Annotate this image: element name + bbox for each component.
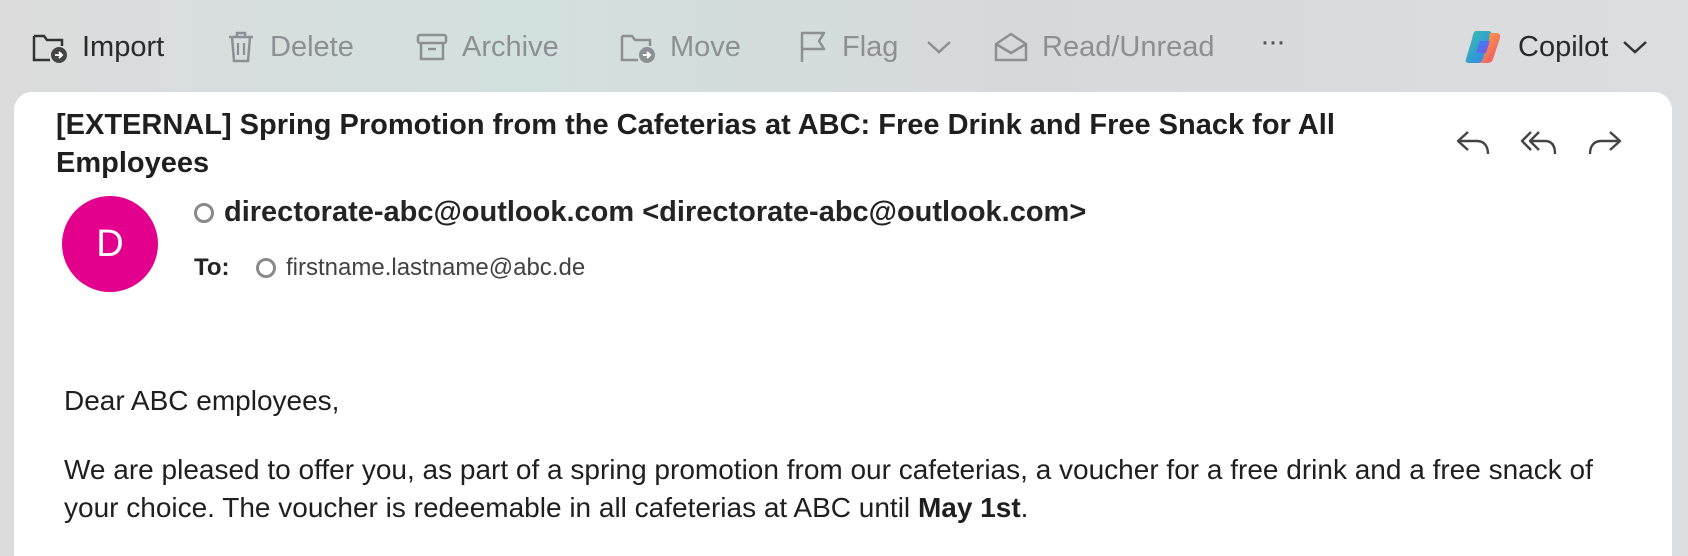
- reading-pane: [EXTERNAL] Spring Promotion from the Caf…: [14, 92, 1672, 556]
- message-actions: [1454, 124, 1624, 162]
- flag-icon: [800, 31, 826, 62]
- sender-address[interactable]: directorate-abc@outlook.com <directorate…: [224, 196, 1086, 229]
- toolbar: Import Delete Archive Move Flag Read/Unr…: [0, 0, 1688, 92]
- read-unread-label: Read/Unread: [1042, 30, 1215, 63]
- import-button[interactable]: Import: [32, 22, 164, 72]
- chevron-down-icon: [1623, 41, 1648, 54]
- avatar-initial: D: [96, 222, 124, 265]
- message-body: Dear ABC employees, We are pleased to of…: [64, 382, 1624, 556]
- body-paragraph: We are pleased to offer you, as part of …: [64, 451, 1624, 527]
- flag-label: Flag: [842, 30, 899, 63]
- copilot-label: Copilot: [1518, 30, 1609, 63]
- flag-dropdown[interactable]: [926, 22, 952, 72]
- paragraph-end: .: [1020, 492, 1029, 523]
- recipient-address[interactable]: firstname.lastname@abc.de: [286, 254, 585, 282]
- delete-button[interactable]: Delete: [226, 22, 354, 72]
- move-button[interactable]: Move: [620, 22, 741, 72]
- trash-icon: [229, 31, 253, 63]
- recipient-line: To: firstname.lastname@abc.de: [194, 254, 585, 282]
- archive-icon: [416, 33, 448, 61]
- message-subject: [EXTERNAL] Spring Promotion from the Caf…: [56, 109, 1335, 179]
- reply-button[interactable]: [1454, 124, 1492, 162]
- presence-status-icon: [256, 258, 276, 278]
- chevron-down-icon: [927, 41, 951, 54]
- reply-all-icon: [1520, 131, 1557, 155]
- sender-line: directorate-abc@outlook.com <directorate…: [194, 196, 1086, 229]
- more-options-button[interactable]: ···: [1260, 22, 1286, 72]
- import-label: Import: [82, 30, 165, 63]
- flag-button[interactable]: Flag: [798, 22, 898, 72]
- envelope-open-icon: [994, 32, 1028, 62]
- copilot-button[interactable]: Copilot: [1464, 22, 1648, 72]
- move-label: Move: [670, 30, 741, 63]
- import-icon: [32, 34, 67, 63]
- more-icon: ···: [1260, 25, 1286, 58]
- archive-label: Archive: [462, 30, 559, 63]
- deadline-date: May 1st: [917, 492, 1021, 523]
- archive-button[interactable]: Archive: [416, 22, 559, 72]
- forward-button[interactable]: [1586, 124, 1624, 162]
- copilot-icon: [1465, 31, 1501, 63]
- delete-label: Delete: [270, 30, 354, 63]
- paragraph-text: We are pleased to offer you, as part of …: [64, 454, 1593, 523]
- greeting: Dear ABC employees,: [64, 385, 340, 416]
- move-folder-icon: [620, 34, 655, 63]
- reply-all-button[interactable]: [1520, 124, 1558, 162]
- sender-avatar[interactable]: D: [62, 196, 158, 292]
- presence-status-icon: [194, 202, 214, 223]
- read-unread-button[interactable]: Read/Unread: [994, 22, 1215, 72]
- reply-icon: [1456, 131, 1490, 155]
- to-label: To:: [194, 254, 230, 281]
- forward-icon: [1588, 131, 1622, 155]
